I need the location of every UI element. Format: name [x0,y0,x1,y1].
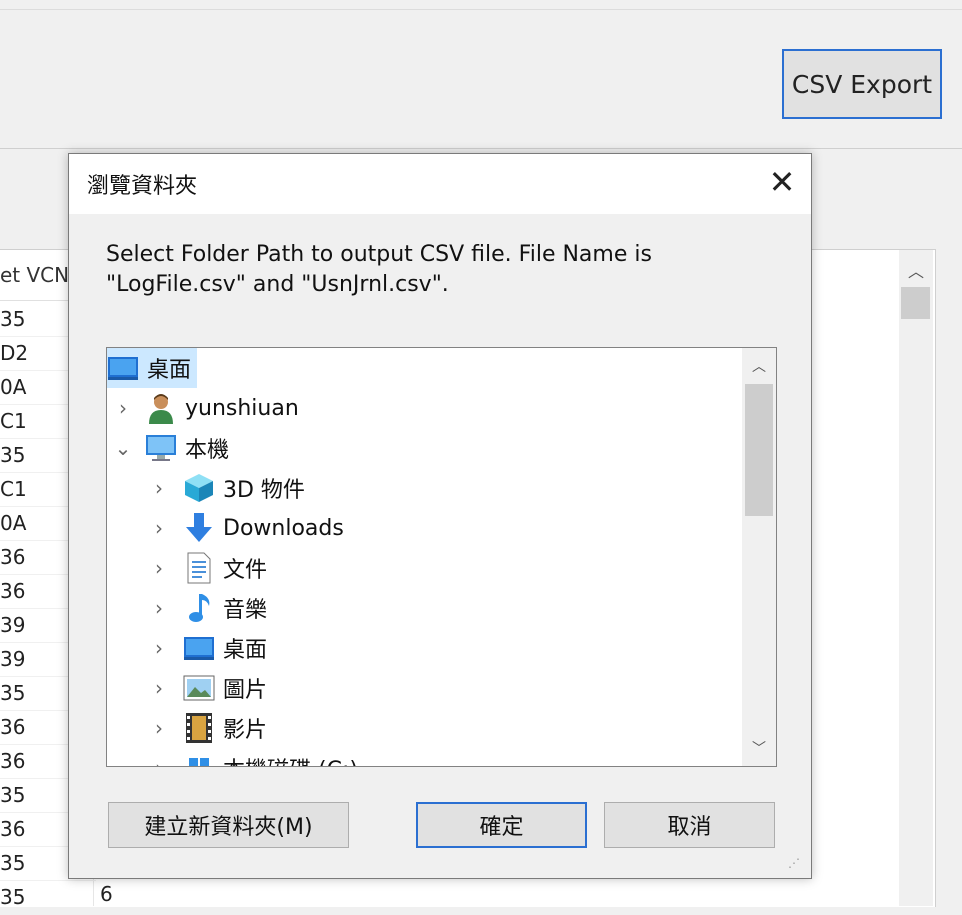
close-icon[interactable]: ✕ [764,163,800,201]
resize-grip-icon[interactable]: ⋰ [788,856,808,876]
tree-item-desktop-root[interactable]: 桌面 [107,348,198,388]
chevron-right-icon[interactable]: › [113,388,133,428]
chevron-right-icon[interactable]: › [149,668,169,708]
3d-objects-icon [183,472,215,504]
grid-scrollbar[interactable] [899,250,933,906]
computer-icon [145,432,177,464]
tree-item-label: 文件 [223,558,268,583]
tree-item-label: 桌面 [147,358,192,383]
scroll-up-icon[interactable]: ︿ [899,256,933,284]
chevron-right-icon[interactable]: › [149,588,169,628]
chevron-right-icon[interactable]: › [149,748,169,766]
tree-item-label: 音樂 [223,598,268,623]
chevron-down-icon[interactable]: ⌄ [113,428,133,468]
dialog-description: Select Folder Path to output CSV file. F… [106,242,652,297]
grid-cell: 35 [0,880,96,915]
desktop-icon [107,352,139,384]
music-icon [183,592,215,624]
tree-item-documents[interactable]: 文件 [183,548,267,588]
tree-item-downloads[interactable]: Downloads [183,508,344,548]
chevron-right-icon[interactable]: › [149,468,169,508]
tree-item-this-pc[interactable]: 本機 [145,428,229,468]
tree-item-label: 桌面 [223,638,268,663]
tree-item-label: 本機 [185,438,230,463]
chevron-right-icon[interactable]: › [149,508,169,548]
new-folder-button[interactable]: 建立新資料夾(M) [108,802,349,848]
tree-item-pictures[interactable]: 圖片 [183,668,267,708]
folder-tree[interactable]: 桌面 › yunshiuan ⌄ 本機 › 3D 物件 › Downloads … [106,347,777,767]
tree-item-local-disk[interactable]: 本機磁碟 (C:) [183,748,358,766]
grid-cell: 6 [100,882,113,906]
ok-button[interactable]: 確定 [416,802,587,848]
grid-scrollbar-thumb[interactable] [901,287,930,319]
downloads-icon [183,512,215,544]
documents-icon [183,552,215,584]
tree-item-desktop[interactable]: 桌面 [183,628,267,668]
tree-item-3d-objects[interactable]: 3D 物件 [183,468,305,508]
tree-item-label: 本機磁碟 (C:) [223,752,358,766]
tree-item-label: 圖片 [223,678,268,703]
csv-export-button[interactable]: CSV Export [782,49,942,119]
chevron-right-icon[interactable]: › [149,628,169,668]
tree-item-label: yunshiuan [185,395,299,421]
tree-scrollbar-thumb[interactable] [745,384,773,516]
desktop-icon [183,632,215,664]
videos-icon [183,712,215,744]
pictures-icon [183,672,215,704]
tree-item-label: Downloads [223,515,344,541]
tree-item-videos[interactable]: 影片 [183,708,267,748]
dialog-title: 瀏覽資料夾 [87,174,198,199]
tree-item-music[interactable]: 音樂 [183,588,267,628]
tree-item-label: 3D 物件 [223,478,305,503]
tree-item-label: 影片 [223,718,268,743]
chevron-right-icon[interactable]: › [149,708,169,748]
scroll-up-icon[interactable]: ︿ [742,352,776,380]
cancel-button[interactable]: 取消 [604,802,775,848]
drive-icon [183,752,215,766]
scroll-down-icon[interactable]: ﹀ [742,734,776,762]
chevron-right-icon[interactable]: › [149,548,169,588]
user-icon [145,392,177,424]
tree-item-user[interactable]: yunshiuan [145,388,299,428]
